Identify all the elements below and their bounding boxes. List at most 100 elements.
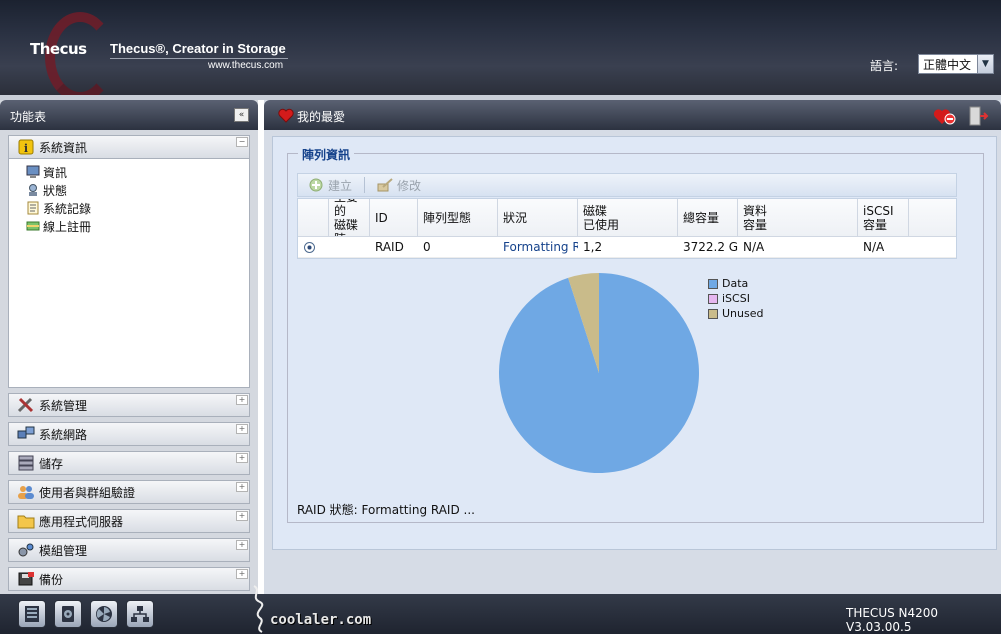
column-header[interactable]: 主要的 磁碟陣 [329, 199, 370, 236]
status-icon [25, 183, 41, 197]
gears-icon [17, 542, 35, 558]
collapse-section-icon[interactable]: − [236, 137, 248, 147]
edit-icon [377, 177, 393, 193]
menu-section-users-groups[interactable]: 使用者與群組驗證 + [8, 480, 250, 504]
menu-area: i 系統資訊 − 資訊 狀態 系統記錄 線上註冊 系統管理 + 系統網路 + 儲… [8, 135, 250, 591]
chart-legend: Data iSCSI Unused [708, 276, 763, 321]
legend-item-unused: Unused [708, 306, 763, 321]
create-button[interactable]: 建立 [308, 177, 352, 194]
tagline-divider [110, 58, 288, 59]
modify-label: 修改 [397, 178, 422, 193]
menu-section-label: 系統網路 [39, 427, 88, 442]
folder-icon [17, 513, 35, 529]
menu-section-network[interactable]: 系統網路 + [8, 422, 250, 446]
submenu-label: 資訊 [43, 165, 68, 180]
legend-item-data: Data [708, 276, 763, 291]
content-area: 陣列資訊 建立 修改 主 [272, 136, 997, 550]
pie-svg [499, 273, 699, 473]
menu-panel-title: 功能表 « [0, 100, 258, 130]
legend-item-iscsi: iSCSI [708, 291, 763, 306]
submenu-list: 資訊 狀態 系統記錄 線上註冊 [8, 159, 250, 388]
toolbar-separator [364, 177, 366, 193]
bottom-bar: coolaler.com THECUS N4200 V3.03.00.5 [0, 594, 1001, 634]
tools-icon [17, 397, 35, 413]
column-header[interactable]: iSCSI 容量 [858, 199, 909, 236]
main-panel-title: 我的最愛 [264, 100, 1001, 130]
column-header[interactable]: 陣列型態 [418, 199, 498, 236]
cell-id: RAID [375, 240, 404, 254]
submenu-item-status[interactable]: 狀態 [9, 181, 249, 199]
menu-section-label: 系統資訊 [39, 140, 88, 155]
submenu-item-system-log[interactable]: 系統記錄 [9, 199, 249, 217]
column-header[interactable]: ID [370, 199, 418, 236]
favorites-title: 我的最愛 [297, 110, 346, 124]
submenu-label: 狀態 [43, 183, 68, 198]
submenu-item-info[interactable]: 資訊 [9, 163, 249, 181]
menu-title: 功能表 [10, 110, 47, 124]
collapse-button[interactable]: « [234, 108, 249, 122]
menu-section-system-management[interactable]: 系統管理 + [8, 393, 250, 417]
cell-status[interactable]: Formatting RAID [498, 240, 578, 254]
cell-total: 3722.2 GB [683, 240, 738, 254]
expand-section-icon[interactable]: + [236, 424, 248, 434]
expand-section-icon[interactable]: + [236, 453, 248, 463]
raid-toolbar: 建立 修改 [297, 173, 957, 197]
submenu-label: 線上註冊 [43, 219, 92, 234]
cell-data-capacity: N/A [743, 240, 765, 254]
svg-text:i: i [24, 142, 28, 155]
menu-section-backup[interactable]: 備份 + [8, 567, 250, 591]
users-icon [17, 484, 35, 500]
menu-section-module-management[interactable]: 模組管理 + [8, 538, 250, 562]
language-value: 正體中文 [923, 57, 972, 72]
column-header[interactable]: 磁碟 已使用 [578, 199, 678, 236]
menu-section-label: 儲存 [39, 456, 64, 471]
expand-section-icon[interactable]: + [236, 395, 248, 405]
website-text: www.thecus.com [208, 60, 284, 71]
fieldset-legend: 陣列資訊 [298, 146, 355, 163]
column-header[interactable] [298, 199, 329, 236]
version-text: THECUS N4200 V3.03.00.5 [846, 606, 939, 634]
table-header: 主要的 磁碟陣 ID 陣列型態 狀況 磁碟 已使用 總容量 資料 容量 iSCS… [298, 199, 956, 237]
disk-icon[interactable] [54, 600, 82, 628]
menu-section-storage[interactable]: 儲存 + [8, 451, 250, 475]
expand-section-icon[interactable]: + [236, 569, 248, 579]
row-radio-cell[interactable] [298, 241, 329, 253]
modify-button[interactable]: 修改 [377, 177, 421, 194]
expand-section-icon[interactable]: + [236, 511, 248, 521]
column-header[interactable]: 總容量 [678, 199, 738, 236]
menu-section-system-info[interactable]: i 系統資訊 − [8, 135, 250, 159]
legend-label: iSCSI [722, 292, 750, 305]
menu-panel: 功能表 « i 系統資訊 − 資訊 狀態 系統記錄 線上註冊 系統管理 + 系統… [0, 100, 258, 594]
remove-favorite-icon[interactable] [933, 106, 957, 129]
menu-section-label: 備份 [39, 572, 64, 587]
raid-table: 主要的 磁碟陣 ID 陣列型態 狀況 磁碟 已使用 總容量 資料 容量 iSCS… [297, 198, 957, 259]
monitor-icon [25, 165, 41, 179]
signature-glyph [253, 585, 264, 633]
backup-icon [17, 571, 35, 587]
expand-section-icon[interactable]: + [236, 482, 248, 492]
legend-label: Unused [722, 307, 764, 320]
column-header[interactable]: 狀況 [498, 199, 578, 236]
cell-disks: 1,2 [583, 240, 603, 254]
submenu-item-online-register[interactable]: 線上註冊 [9, 217, 249, 235]
network-icon [17, 426, 35, 442]
app-header: Thecus Thecus®, Creator in Storage www.t… [0, 0, 1001, 95]
menu-section-app-server[interactable]: 應用程式伺服器 + [8, 509, 250, 533]
column-header[interactable]: 資料 容量 [738, 199, 858, 236]
menu-section-label: 系統管理 [39, 398, 88, 413]
language-select[interactable]: 正體中文 ▼ [918, 54, 994, 74]
menu-section-label: 應用程式伺服器 [39, 514, 124, 529]
server-icon[interactable] [18, 600, 46, 628]
expand-section-icon[interactable]: + [236, 540, 248, 550]
logout-icon[interactable] [967, 105, 989, 130]
register-icon [25, 219, 41, 233]
cell-iscsi-capacity: N/A [863, 240, 885, 254]
table-row[interactable]: RAID 0 Formatting RAID 1,2 3722.2 GB N/A… [298, 237, 956, 258]
chevron-down-icon[interactable]: ▼ [977, 55, 993, 73]
fan-icon[interactable] [90, 600, 118, 628]
add-icon [308, 177, 324, 193]
heart-icon [278, 108, 294, 126]
network-topology-icon[interactable] [126, 600, 154, 628]
info-icon: i [17, 139, 35, 155]
row-radio[interactable] [304, 241, 315, 253]
